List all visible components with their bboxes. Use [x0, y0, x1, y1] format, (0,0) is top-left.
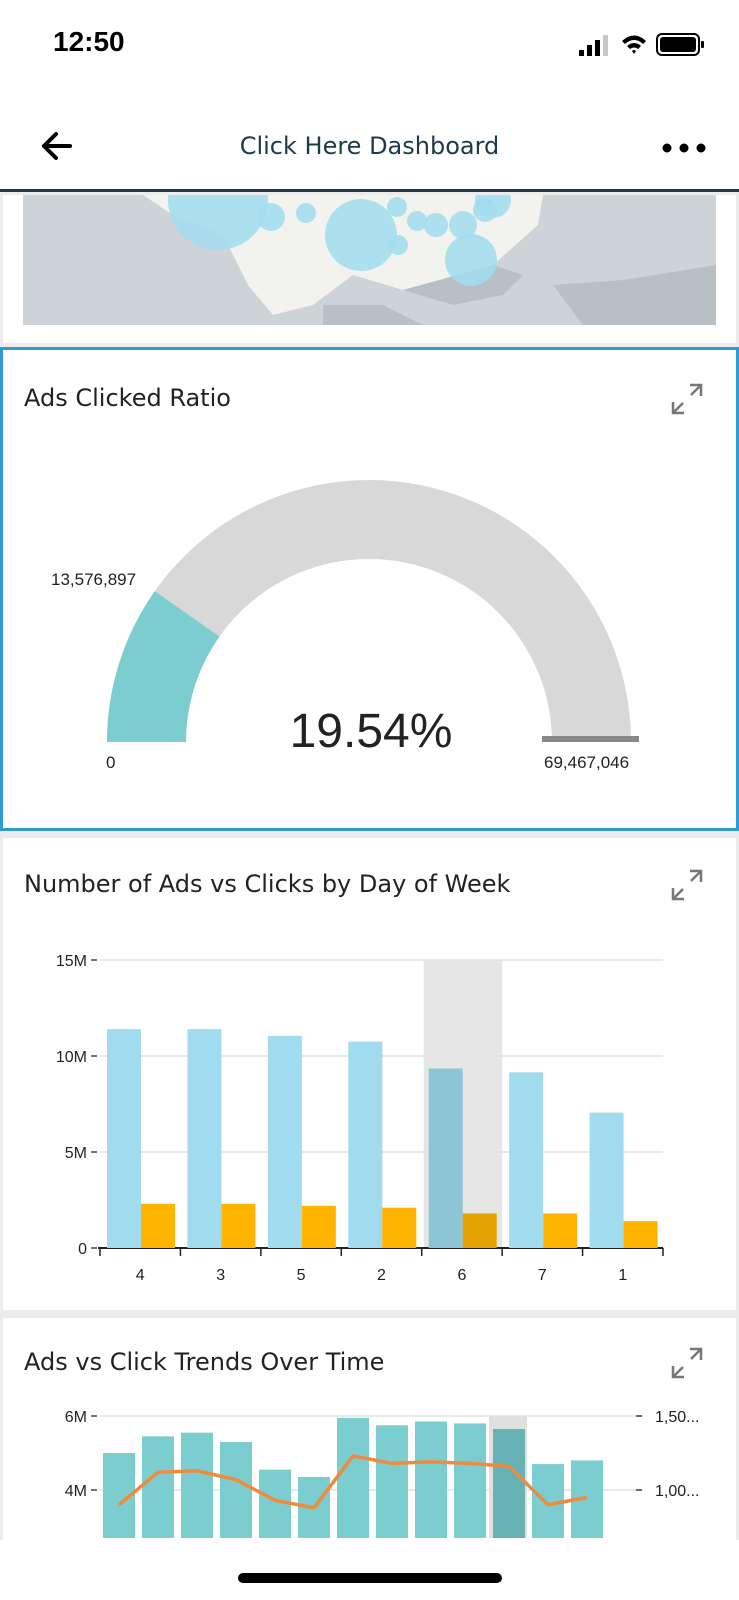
expand-icon[interactable] [670, 1346, 704, 1380]
card-title: Number of Ads vs Clicks by Day of Week [24, 870, 511, 898]
y-tick-label: 15M [56, 953, 87, 970]
trend-chart[interactable]: 6M 1,50... 4M 1,00... [3, 1398, 736, 1538]
x-tick-label: 2 [377, 1267, 386, 1284]
bar-ads [107, 1029, 141, 1248]
x-tick-label: 3 [216, 1267, 225, 1284]
ellipsis-icon[interactable] [659, 136, 709, 160]
dashboard-content[interactable]: Ads Clicked Ratio 13,576,897 0 69,467,04… [0, 195, 739, 1540]
trend-bar [493, 1428, 525, 1538]
gauge-card[interactable]: Ads Clicked Ratio 13,576,897 0 69,467,04… [0, 347, 739, 831]
home-indicator[interactable] [238, 1573, 502, 1583]
y-tick-label: 5M [65, 1145, 87, 1162]
trend-bar [415, 1421, 447, 1538]
wifi-icon [622, 35, 646, 54]
bar-ads [348, 1041, 383, 1248]
y-tick-label-right: 1,00... [655, 1483, 699, 1500]
status-icons [579, 33, 704, 56]
battery-icon [656, 33, 704, 56]
bar-ads [187, 1029, 222, 1248]
x-tick-label: 1 [618, 1267, 627, 1284]
gauge-chart: 13,576,897 0 69,467,046 19.54% [51, 480, 639, 772]
gauge-percent: 19.54% [290, 705, 453, 758]
x-tick-label: 5 [297, 1267, 306, 1284]
bar-clicks [623, 1221, 658, 1248]
bar-chart-card[interactable]: Number of Ads vs Clicks by Day of Week 1… [3, 838, 736, 1310]
map-card[interactable] [3, 195, 736, 343]
trend-bar [337, 1417, 369, 1538]
y-tick-label-right: 1,50... [655, 1409, 699, 1426]
card-title: Ads vs Click Trends Over Time [24, 1348, 385, 1376]
trend-bar [142, 1436, 174, 1538]
y-tick-label: 10M [56, 1049, 87, 1066]
status-time: 12:50 [53, 26, 125, 57]
trend-bar [220, 1441, 252, 1538]
trend-bar [376, 1425, 408, 1538]
expand-icon[interactable] [670, 382, 704, 416]
card-title: Ads Clicked Ratio [24, 384, 231, 412]
gauge-min-label: 0 [106, 753, 115, 772]
bar-clicks [301, 1205, 336, 1248]
page-title: Click Here Dashboard [239, 132, 500, 160]
bar-ads [589, 1112, 624, 1248]
bottom-area [0, 1540, 739, 1600]
bar-chart[interactable]: 15M 10M 5M 0 4 3 5 2 6 7 1 [3, 918, 736, 1288]
gauge-max-label: 69,467,046 [544, 753, 629, 772]
status-bar: 12:50 [0, 0, 739, 100]
bar-ads [267, 1035, 302, 1248]
signal-icon [579, 35, 608, 56]
trend-bar [454, 1423, 486, 1538]
y-tick-label: 0 [78, 1241, 87, 1258]
trend-chart-card[interactable]: Ads vs Click Trends Over Time 6M 1,50... 4… [3, 1318, 736, 1540]
bar-ads [428, 1068, 463, 1248]
expand-icon[interactable] [670, 868, 704, 902]
bar-clicks [462, 1213, 497, 1248]
x-tick-label: 7 [538, 1267, 547, 1284]
y-tick-label-left: 4M [65, 1483, 87, 1500]
x-tick-label: 4 [136, 1267, 145, 1284]
bar-clicks [543, 1213, 578, 1248]
gauge-value-label: 13,576,897 [51, 570, 136, 589]
bubble-map[interactable] [23, 195, 716, 325]
bar-clicks [141, 1203, 175, 1248]
trend-bar [181, 1432, 213, 1538]
bar-clicks [221, 1203, 256, 1248]
bar-clicks [382, 1207, 417, 1248]
nav-bar: Click Here Dashboard [0, 100, 739, 192]
y-tick-label-left: 6M [65, 1409, 87, 1426]
bar-ads [509, 1072, 544, 1248]
x-tick-label: 6 [457, 1267, 466, 1284]
